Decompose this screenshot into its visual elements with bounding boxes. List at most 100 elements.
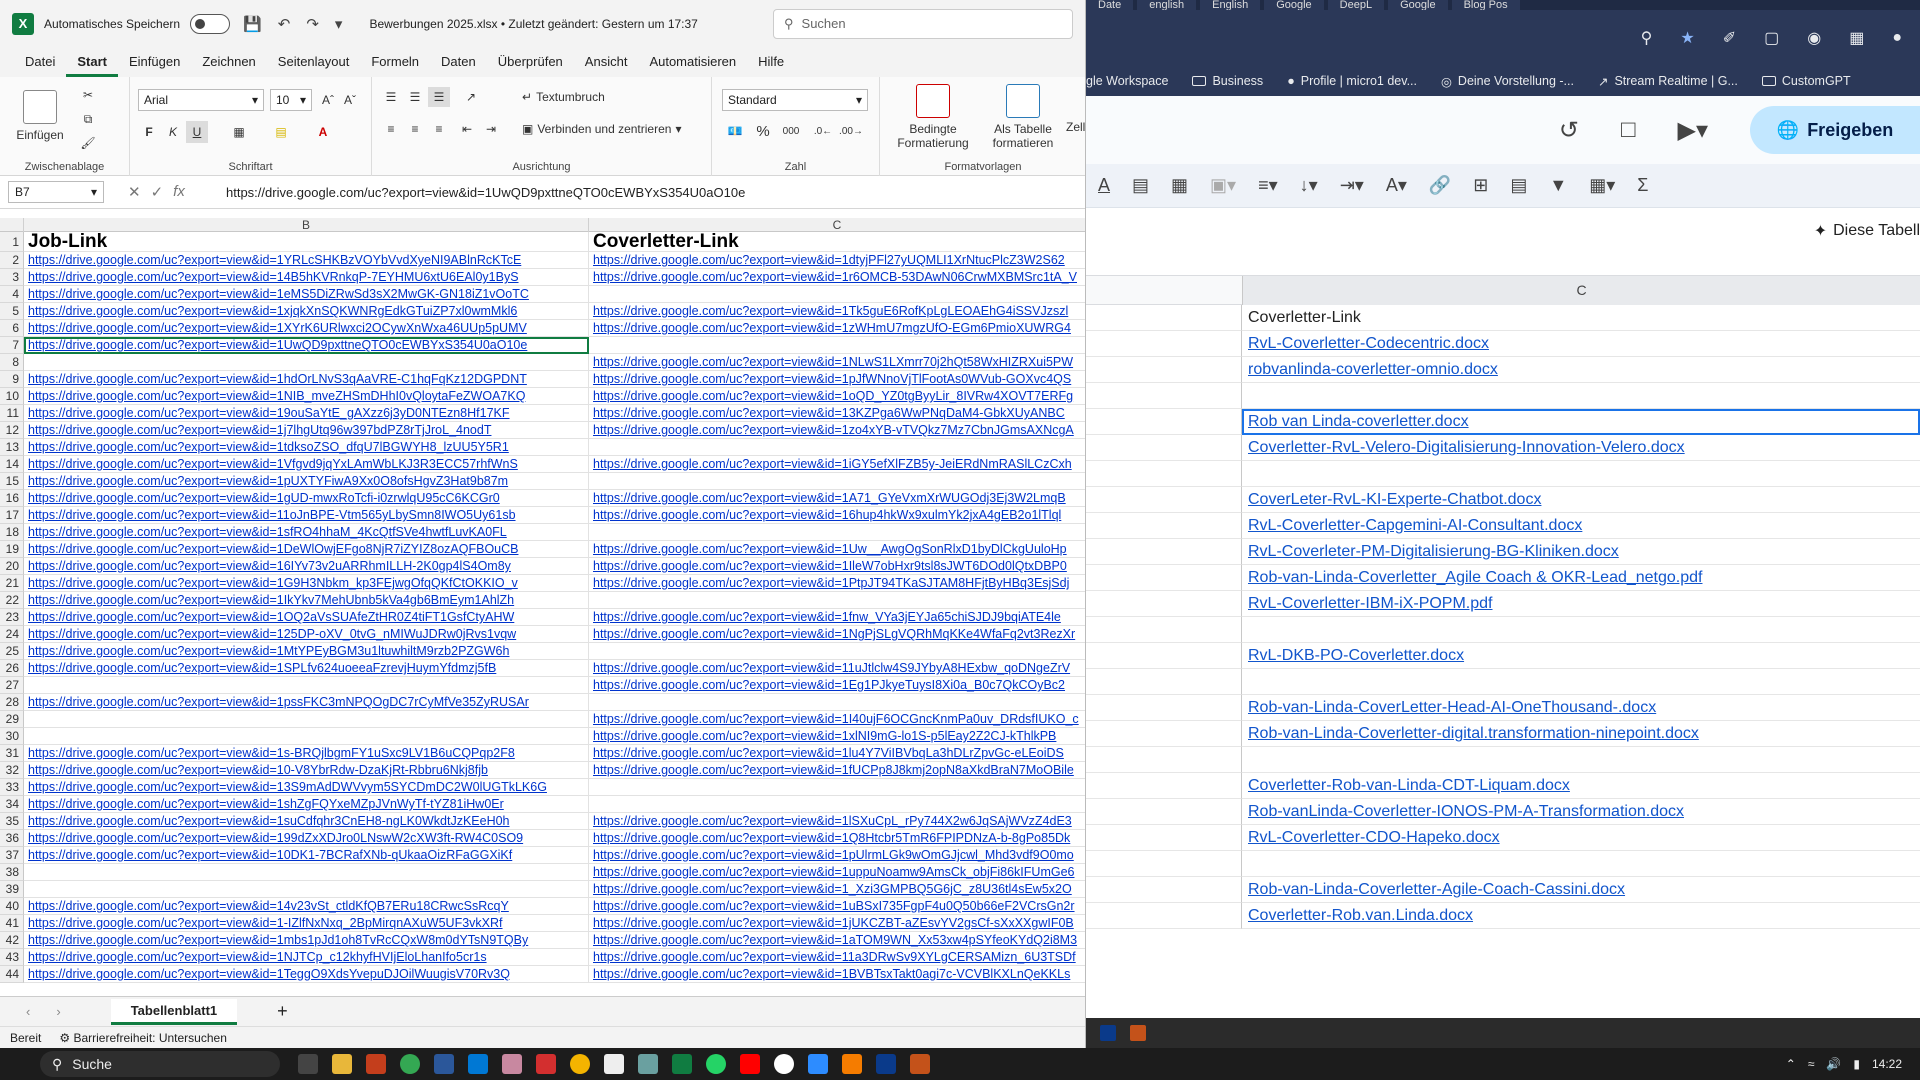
bookmark-stream[interactable]: ↗ Stream Realtime | G...	[1598, 74, 1738, 89]
fill-color-icon[interactable]: ▤	[1132, 175, 1149, 196]
increase-indent-icon[interactable]: ⇥	[480, 119, 502, 139]
tab-daten[interactable]: Daten	[430, 54, 487, 77]
word-icon[interactable]	[434, 1054, 454, 1074]
accessibility-status[interactable]: ⚙ Barrierefreiheit: Untersuchen	[59, 1031, 227, 1045]
cell-coverletter-link[interactable]: https://drive.google.com/uc?export=view&…	[589, 252, 1085, 269]
cell-job-link[interactable]: https://drive.google.com/uc?export=view&…	[24, 626, 589, 643]
row-header[interactable]: 5	[0, 303, 24, 320]
row-header[interactable]: 15	[0, 473, 24, 490]
sheets-cell-link[interactable]: Rob-van-Linda-Coverletter-Agile-Coach-Ca…	[1242, 877, 1920, 903]
sheets-cell-link[interactable]: robvanlinda-coverletter-omnio.docx	[1242, 357, 1920, 383]
cell-coverletter-link[interactable]: https://drive.google.com/uc?export=view&…	[589, 966, 1085, 983]
cancel-icon[interactable]: ✕	[128, 183, 141, 201]
cell-coverletter-link[interactable]: https://drive.google.com/uc?export=view&…	[589, 490, 1085, 507]
sheets-cell-link[interactable]: Rob-van-Linda-Coverletter_Agile Coach & …	[1242, 565, 1920, 591]
cell-coverletter-link[interactable]: https://drive.google.com/uc?export=view&…	[589, 762, 1085, 779]
cell-job-link[interactable]: https://drive.google.com/uc?export=view&…	[24, 269, 589, 286]
chevron-up-icon[interactable]: ⌃	[1786, 1057, 1796, 1071]
cell-job-link[interactable]: https://drive.google.com/uc?export=view&…	[24, 609, 589, 626]
clock[interactable]: 14:22	[1872, 1057, 1902, 1071]
row-header[interactable]: 3	[0, 269, 24, 286]
conditional-format-button[interactable]: Bedingte Formatierung	[888, 81, 978, 153]
cell-job-link[interactable]: https://drive.google.com/uc?export=view&…	[24, 439, 589, 456]
format-as-table-button[interactable]: Als Tabelle formatieren	[980, 81, 1066, 153]
cell-coverletter-link[interactable]: https://drive.google.com/uc?export=view&…	[589, 813, 1085, 830]
cell-coverletter-link[interactable]: https://drive.google.com/uc?export=view&…	[589, 898, 1085, 915]
row-header[interactable]: 14	[0, 456, 24, 473]
app-orange-icon[interactable]	[1130, 1025, 1146, 1041]
cell-coverletter-link[interactable]: https://drive.google.com/uc?export=view&…	[589, 388, 1085, 405]
sheets-row-header[interactable]	[1086, 773, 1242, 799]
number-format-select[interactable]: Standard ▾	[722, 89, 868, 111]
borders-icon[interactable]: ▦	[1171, 175, 1188, 196]
font-name-select[interactable]: Arial ▾	[138, 89, 264, 111]
browser-tab[interactable]: Blog Pos	[1451, 0, 1520, 10]
row-header[interactable]: 8	[0, 354, 24, 371]
align-top-icon[interactable]: ☰	[380, 87, 402, 107]
cell-job-link[interactable]: https://drive.google.com/uc?export=view&…	[24, 490, 589, 507]
profile-icon[interactable]: ●	[1892, 29, 1902, 47]
cell-coverletter-link[interactable]: https://drive.google.com/uc?export=view&…	[589, 354, 1085, 371]
cell-job-link[interactable]: https://drive.google.com/uc?export=view&…	[24, 694, 589, 711]
volume-icon[interactable]: 🔊	[1826, 1057, 1841, 1071]
cell-job-link[interactable]: https://drive.google.com/uc?export=view&…	[24, 898, 589, 915]
cell-job-link[interactable]: https://drive.google.com/uc?export=view&…	[24, 456, 589, 473]
cell-coverletter-link[interactable]: https://drive.google.com/uc?export=view&…	[589, 932, 1085, 949]
cell-coverletter-link[interactable]	[589, 694, 1085, 711]
column-header-c[interactable]: C	[589, 218, 1085, 232]
link-icon[interactable]: 🔗	[1429, 175, 1451, 196]
battery-icon[interactable]: ▮	[1853, 1057, 1860, 1071]
cell-coverletter-link[interactable]: https://drive.google.com/uc?export=view&…	[589, 541, 1085, 558]
browser-tab[interactable]: Date	[1086, 0, 1134, 10]
thousands-icon[interactable]: 000	[778, 121, 804, 141]
browser-tab[interactable]: Google	[1264, 0, 1324, 10]
sheets-cell-link[interactable]: Coverletter-Rob-van-Linda-CDT-Liquam.doc…	[1242, 773, 1920, 799]
add-sheet-icon[interactable]: +	[277, 1001, 288, 1022]
ai-assist-label[interactable]: Diese Tabell	[1833, 222, 1920, 240]
app-icon[interactable]	[638, 1054, 658, 1074]
cell-job-link[interactable]	[24, 881, 589, 898]
bookmark-customgpt[interactable]: CustomGPT	[1761, 74, 1851, 88]
cell-job-link[interactable]	[24, 728, 589, 745]
cell-coverletter-link[interactable]: https://drive.google.com/uc?export=view&…	[589, 949, 1085, 966]
sheets-column-header-c[interactable]: C	[1242, 276, 1920, 305]
bookmark-micro1[interactable]: ● Profile | micro1 dev...	[1287, 74, 1417, 88]
increase-font-icon[interactable]: Aˆ	[318, 89, 338, 111]
sheets-row-header[interactable]	[1086, 877, 1242, 903]
redo-icon[interactable]: ↷	[303, 15, 322, 33]
cell-coverletter-link[interactable]: https://drive.google.com/uc?export=view&…	[589, 609, 1085, 626]
sheets-row-header[interactable]	[1086, 331, 1242, 357]
text-color-icon[interactable]: A	[1098, 175, 1110, 196]
share-button[interactable]: 🌐 Freigeben	[1750, 106, 1920, 154]
bookmark-business[interactable]: Business	[1192, 74, 1263, 88]
cell-job-link[interactable]: https://drive.google.com/uc?export=view&…	[24, 915, 589, 932]
cell-job-link[interactable]: https://drive.google.com/uc?export=view&…	[24, 524, 589, 541]
row-header[interactable]: 44	[0, 966, 24, 983]
cell-job-link[interactable]: https://drive.google.com/uc?export=view&…	[24, 779, 589, 796]
filter-icon[interactable]: ▼	[1549, 175, 1567, 196]
cell-coverletter-link[interactable]: https://drive.google.com/uc?export=view&…	[589, 422, 1085, 439]
row-header[interactable]: 36	[0, 830, 24, 847]
cell-coverletter-link[interactable]: https://drive.google.com/uc?export=view&…	[589, 456, 1085, 473]
cell-job-link[interactable]: https://drive.google.com/uc?export=view&…	[24, 388, 589, 405]
cell-job-link[interactable]	[24, 677, 589, 694]
cell-coverletter-link[interactable]	[589, 473, 1085, 490]
cell-job-link[interactable]: https://drive.google.com/uc?export=view&…	[24, 813, 589, 830]
sheets-cell-link[interactable]: RvL-DKB-PO-Coverletter.docx	[1242, 643, 1920, 669]
name-box[interactable]: B7 ▾	[8, 181, 104, 203]
sheets-row-header[interactable]	[1086, 721, 1242, 747]
align-bottom-icon[interactable]: ☰	[428, 87, 450, 107]
cell-job-link[interactable]: https://drive.google.com/uc?export=view&…	[24, 303, 589, 320]
fill-color-icon[interactable]: ▤	[270, 121, 292, 143]
row-header[interactable]: 38	[0, 864, 24, 881]
row-header[interactable]: 35	[0, 813, 24, 830]
tab-ansicht[interactable]: Ansicht	[574, 54, 639, 77]
row-header[interactable]: 39	[0, 881, 24, 898]
sheets-cell-link[interactable]: RvL-Coverletter-Codecentric.docx	[1242, 331, 1920, 357]
cell-job-link[interactable]: https://drive.google.com/uc?export=view&…	[24, 541, 589, 558]
row-header[interactable]: 29	[0, 711, 24, 728]
vertical-align-icon[interactable]: ↓▾	[1300, 175, 1318, 196]
sheets-cell[interactable]	[1242, 383, 1920, 409]
photoshop-icon[interactable]	[502, 1054, 522, 1074]
meet-icon[interactable]: ▶▾	[1677, 116, 1708, 145]
